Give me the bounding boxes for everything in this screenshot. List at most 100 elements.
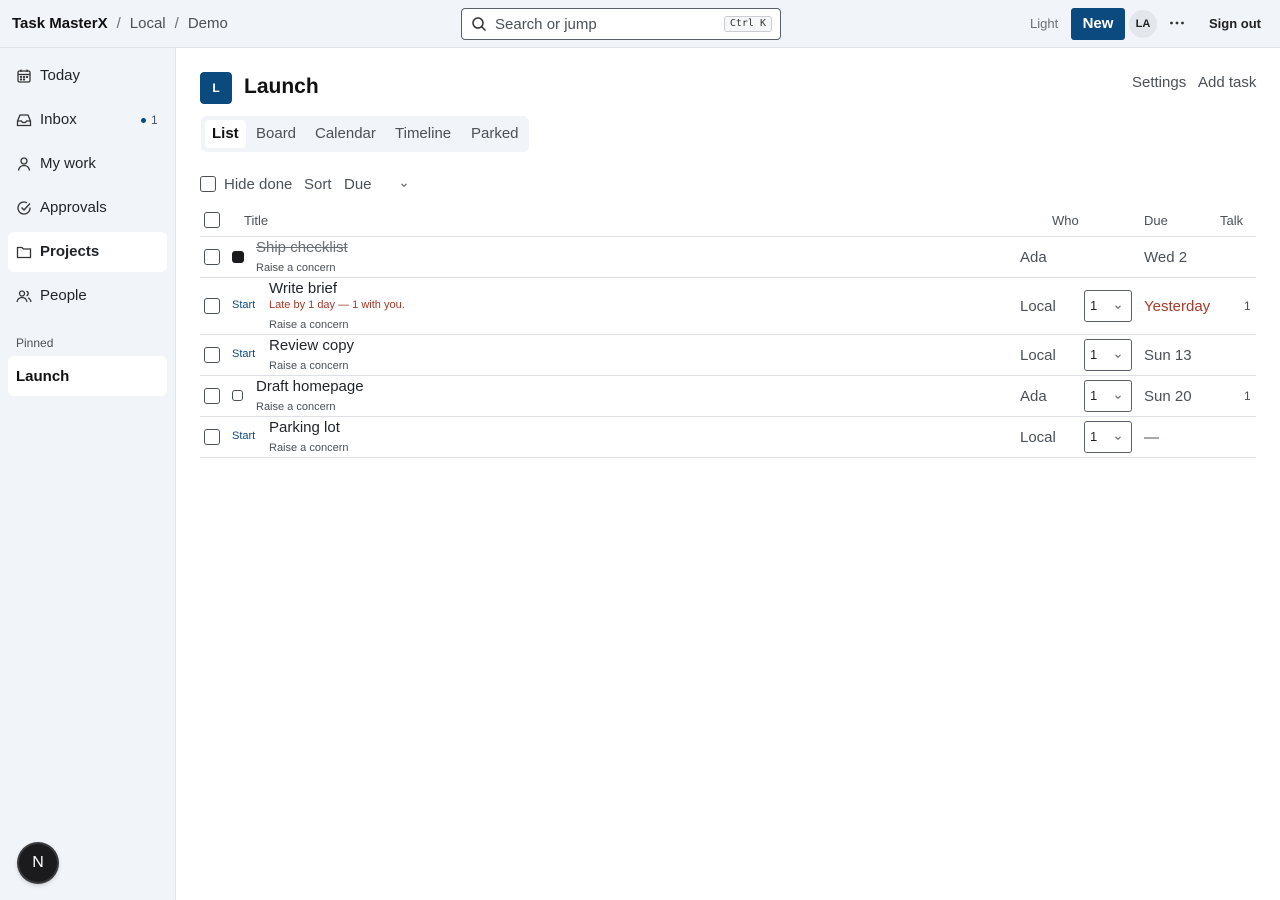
points-select-value: 1 [1090, 298, 1098, 313]
tab-parked[interactable]: Parked [471, 120, 519, 148]
raise-concern-link[interactable]: Raise a concern [256, 401, 336, 413]
tab-list[interactable]: List [205, 120, 246, 148]
column-header-who: Who [1052, 213, 1079, 228]
sort-select[interactable]: Due [344, 176, 372, 193]
status-icon[interactable] [232, 251, 244, 263]
folder-icon [16, 246, 32, 259]
task-assignee: Local [1020, 298, 1056, 315]
task-due-date: — [1144, 429, 1159, 446]
brand-link[interactable]: Task MasterX [12, 15, 108, 32]
raise-concern-link[interactable]: Raise a concern [269, 319, 349, 331]
sidebar-item-label: Inbox [40, 111, 77, 128]
raise-concern-link[interactable]: Raise a concern [269, 442, 349, 454]
row-checkbox[interactable] [204, 429, 220, 445]
pinned-item-label: Launch [16, 368, 70, 385]
tab-calendar[interactable]: Calendar [315, 120, 376, 148]
sign-out-button[interactable]: Sign out [1209, 16, 1261, 31]
hide-done-checkbox[interactable] [200, 176, 216, 192]
sidebar-item-people[interactable]: People [8, 276, 167, 316]
task-assignee: Ada [1020, 249, 1047, 266]
new-button[interactable]: New [1071, 8, 1125, 40]
status-icon[interactable] [232, 390, 243, 401]
points-select[interactable]: 1 [1084, 339, 1132, 371]
unread-dot [141, 118, 146, 123]
sidebar-item-label: Approvals [40, 199, 107, 216]
tab-board[interactable]: Board [256, 120, 296, 148]
sidebar-item-approvals[interactable]: Approvals [8, 188, 167, 228]
breadcrumb-separator: / [174, 15, 179, 32]
search-input[interactable]: Search or jump Ctrl K [461, 8, 781, 40]
breadcrumb-demo[interactable]: Demo [188, 15, 228, 32]
task-due-date: Yesterday [1144, 298, 1211, 315]
chevron-down-icon [1115, 395, 1121, 400]
chevron-down-icon[interactable] [399, 180, 409, 190]
start-button[interactable]: Start [232, 299, 255, 311]
person-icon [17, 157, 31, 171]
sidebar-item-my-work[interactable]: My work [8, 144, 167, 184]
hide-done-label: Hide done [224, 176, 293, 193]
breadcrumb-separator: / [116, 15, 121, 32]
chevron-down-icon [1115, 354, 1121, 359]
sidebar-item-today[interactable]: Today [8, 56, 167, 96]
settings-link[interactable]: Settings [1132, 74, 1186, 91]
inbox-count-badge: 1 [151, 113, 158, 127]
divider [200, 375, 1256, 376]
sidebar-item-label: Projects [40, 243, 100, 260]
row-checkbox[interactable] [204, 249, 220, 265]
view-tabs: List Board Calendar Timeline Parked [201, 116, 529, 152]
avatar[interactable]: LA [1129, 10, 1157, 38]
start-button[interactable]: Start [232, 430, 255, 442]
sidebar-item-inbox[interactable]: Inbox 1 [8, 100, 167, 140]
sidebar-item-label: My work [40, 155, 96, 172]
late-notice: Late by 1 day — 1 with you. [269, 299, 405, 311]
tab-timeline[interactable]: Timeline [395, 120, 451, 148]
points-select[interactable]: 1 [1084, 380, 1132, 412]
add-task-link[interactable]: Add task [1198, 74, 1256, 91]
dev-tools-badge[interactable]: N [19, 844, 57, 882]
row-checkbox[interactable] [204, 298, 220, 314]
select-all-checkbox[interactable] [204, 212, 220, 228]
sort-label: Sort [304, 176, 332, 193]
points-select[interactable]: 1 [1084, 421, 1132, 453]
search-icon [472, 17, 487, 32]
points-select[interactable]: 1 [1084, 290, 1132, 322]
task-title[interactable]: Review copy [269, 337, 354, 354]
chevron-down-icon [1115, 305, 1121, 310]
task-title[interactable]: Ship checklist [256, 239, 348, 256]
raise-concern-link[interactable]: Raise a concern [256, 262, 336, 274]
task-title[interactable]: Write brief [269, 280, 337, 297]
breadcrumb-local[interactable]: Local [130, 15, 166, 32]
page-title: Launch [244, 75, 319, 98]
comment-count[interactable]: 1 [1244, 389, 1251, 403]
raise-concern-link[interactable]: Raise a concern [269, 360, 349, 372]
row-checkbox[interactable] [204, 388, 220, 404]
task-due-date: Sun 20 [1144, 388, 1192, 405]
task-title[interactable]: Draft homepage [256, 378, 364, 395]
divider [200, 334, 1256, 335]
project-icon: L [200, 72, 232, 104]
check-circle-icon [17, 201, 31, 215]
row-checkbox[interactable] [204, 347, 220, 363]
search-placeholder: Search or jump [495, 16, 597, 33]
task-due-date: Wed 2 [1144, 249, 1188, 266]
comment-count[interactable]: 1 [1244, 299, 1251, 313]
task-due-date: Sun 13 [1144, 347, 1192, 364]
theme-toggle[interactable]: Light [1030, 16, 1058, 31]
sidebar-item-projects[interactable]: Projects [8, 232, 167, 272]
divider [200, 416, 1256, 417]
pinned-item-launch[interactable]: Launch [8, 356, 167, 396]
calendar-icon [17, 69, 31, 83]
divider [200, 277, 1256, 278]
sidebar: Today Inbox 1 My work Approvals Projects… [0, 48, 176, 900]
points-select-value: 1 [1090, 347, 1098, 362]
start-button[interactable]: Start [232, 348, 255, 360]
people-icon [16, 290, 32, 303]
search-shortcut: Ctrl K [723, 16, 772, 32]
divider [200, 236, 1256, 237]
chevron-down-icon [1115, 436, 1121, 441]
points-select-value: 1 [1090, 388, 1098, 403]
more-icon[interactable] [1168, 14, 1186, 32]
sidebar-item-label: Today [40, 67, 81, 84]
divider [200, 457, 1256, 458]
task-title[interactable]: Parking lot [269, 419, 340, 436]
